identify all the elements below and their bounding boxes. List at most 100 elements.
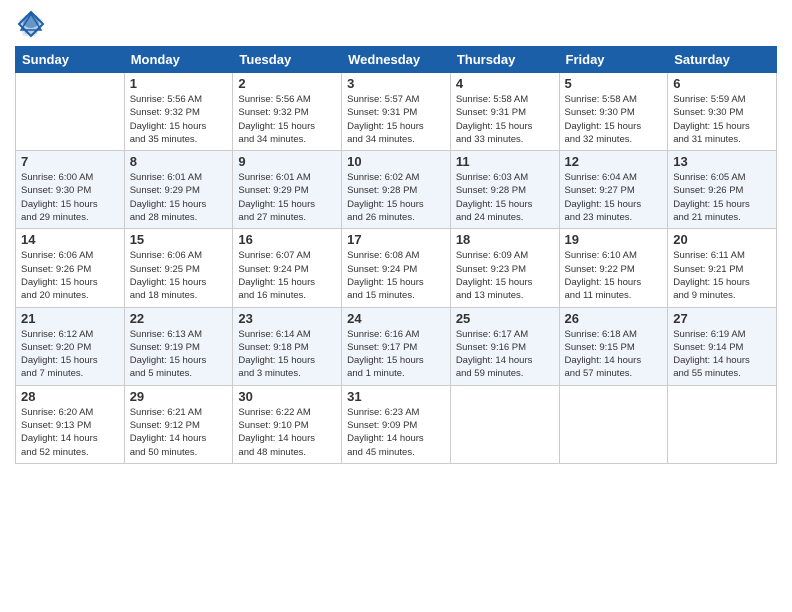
day-info: Sunrise: 6:12 AMSunset: 9:20 PMDaylight:… <box>21 328 119 381</box>
day-info: Sunrise: 5:57 AMSunset: 9:31 PMDaylight:… <box>347 93 445 146</box>
day-cell: 16 Sunrise: 6:07 AMSunset: 9:24 PMDayligh… <box>233 229 342 307</box>
weekday-header-monday: Monday <box>124 47 233 73</box>
day-number: 30 <box>238 389 336 404</box>
day-number: 5 <box>565 76 663 91</box>
day-info: Sunrise: 5:59 AMSunset: 9:30 PMDaylight:… <box>673 93 771 146</box>
day-info: Sunrise: 6:01 AMSunset: 9:29 PMDaylight:… <box>238 171 336 224</box>
day-number: 17 <box>347 232 445 247</box>
weekday-header-sunday: Sunday <box>16 47 125 73</box>
day-cell: 28 Sunrise: 6:20 AMSunset: 9:13 PMDayligh… <box>16 385 125 463</box>
day-info: Sunrise: 6:07 AMSunset: 9:24 PMDaylight:… <box>238 249 336 302</box>
day-info: Sunrise: 6:08 AMSunset: 9:24 PMDaylight:… <box>347 249 445 302</box>
day-cell: 27 Sunrise: 6:19 AMSunset: 9:14 PMDayligh… <box>668 307 777 385</box>
day-cell: 10Sunrise: 6:02 AMSunset: 9:28 PMDayligh… <box>342 151 451 229</box>
weekday-header-saturday: Saturday <box>668 47 777 73</box>
day-cell: 13 Sunrise: 6:05 AMSunset: 9:26 PMDayligh… <box>668 151 777 229</box>
day-info: Sunrise: 5:56 AMSunset: 9:32 PMDaylight:… <box>238 93 336 146</box>
weekday-header-wednesday: Wednesday <box>342 47 451 73</box>
day-number: 11 <box>456 154 554 169</box>
day-info: Sunrise: 6:02 AMSunset: 9:28 PMDaylight:… <box>347 171 445 224</box>
day-info: Sunrise: 5:58 AMSunset: 9:31 PMDaylight:… <box>456 93 554 146</box>
day-info: Sunrise: 6:20 AMSunset: 9:13 PMDaylight:… <box>21 406 119 459</box>
day-info: Sunrise: 6:14 AMSunset: 9:18 PMDaylight:… <box>238 328 336 381</box>
day-number: 21 <box>21 311 119 326</box>
week-row-5: 28 Sunrise: 6:20 AMSunset: 9:13 PMDayligh… <box>16 385 777 463</box>
day-number: 20 <box>673 232 771 247</box>
day-cell <box>668 385 777 463</box>
day-number: 25 <box>456 311 554 326</box>
day-info: Sunrise: 6:23 AMSunset: 9:09 PMDaylight:… <box>347 406 445 459</box>
day-cell <box>16 73 125 151</box>
day-number: 29 <box>130 389 228 404</box>
day-info: Sunrise: 6:13 AMSunset: 9:19 PMDaylight:… <box>130 328 228 381</box>
calendar: SundayMondayTuesdayWednesdayThursdayFrid… <box>15 46 777 464</box>
day-number: 28 <box>21 389 119 404</box>
day-cell: 11 Sunrise: 6:03 AMSunset: 9:28 PMDayligh… <box>450 151 559 229</box>
week-row-2: 7 Sunrise: 6:00 AMSunset: 9:30 PMDaylight… <box>16 151 777 229</box>
page: SundayMondayTuesdayWednesdayThursdayFrid… <box>0 0 792 612</box>
day-info: Sunrise: 5:58 AMSunset: 9:30 PMDaylight:… <box>565 93 663 146</box>
day-info: Sunrise: 6:16 AMSunset: 9:17 PMDaylight:… <box>347 328 445 381</box>
day-number: 31 <box>347 389 445 404</box>
day-cell: 19 Sunrise: 6:10 AMSunset: 9:22 PMDayligh… <box>559 229 668 307</box>
day-cell <box>450 385 559 463</box>
week-row-4: 21 Sunrise: 6:12 AMSunset: 9:20 PMDayligh… <box>16 307 777 385</box>
weekday-header-row: SundayMondayTuesdayWednesdayThursdayFrid… <box>16 47 777 73</box>
day-number: 1 <box>130 76 228 91</box>
weekday-header-thursday: Thursday <box>450 47 559 73</box>
day-number: 2 <box>238 76 336 91</box>
day-cell: 25 Sunrise: 6:17 AMSunset: 9:16 PMDayligh… <box>450 307 559 385</box>
day-cell: 7 Sunrise: 6:00 AMSunset: 9:30 PMDaylight… <box>16 151 125 229</box>
day-cell: 17 Sunrise: 6:08 AMSunset: 9:24 PMDayligh… <box>342 229 451 307</box>
day-number: 13 <box>673 154 771 169</box>
day-number: 16 <box>238 232 336 247</box>
day-cell: 5 Sunrise: 5:58 AMSunset: 9:30 PMDaylight… <box>559 73 668 151</box>
day-cell: 24 Sunrise: 6:16 AMSunset: 9:17 PMDayligh… <box>342 307 451 385</box>
day-cell: 6 Sunrise: 5:59 AMSunset: 9:30 PMDaylight… <box>668 73 777 151</box>
day-number: 3 <box>347 76 445 91</box>
day-info: Sunrise: 6:05 AMSunset: 9:26 PMDaylight:… <box>673 171 771 224</box>
logo-icon <box>17 10 45 38</box>
day-info: Sunrise: 6:03 AMSunset: 9:28 PMDaylight:… <box>456 171 554 224</box>
day-number: 27 <box>673 311 771 326</box>
week-row-3: 14Sunrise: 6:06 AMSunset: 9:26 PMDayligh… <box>16 229 777 307</box>
day-info: Sunrise: 6:18 AMSunset: 9:15 PMDaylight:… <box>565 328 663 381</box>
day-info: Sunrise: 6:04 AMSunset: 9:27 PMDaylight:… <box>565 171 663 224</box>
day-number: 24 <box>347 311 445 326</box>
week-row-1: 1 Sunrise: 5:56 AMSunset: 9:32 PMDaylight… <box>16 73 777 151</box>
day-cell: 22Sunrise: 6:13 AMSunset: 9:19 PMDayligh… <box>124 307 233 385</box>
day-number: 6 <box>673 76 771 91</box>
header <box>15 10 777 38</box>
day-cell: 26 Sunrise: 6:18 AMSunset: 9:15 PMDayligh… <box>559 307 668 385</box>
day-cell: 2 Sunrise: 5:56 AMSunset: 9:32 PMDaylight… <box>233 73 342 151</box>
day-info: Sunrise: 6:22 AMSunset: 9:10 PMDaylight:… <box>238 406 336 459</box>
day-info: Sunrise: 6:11 AMSunset: 9:21 PMDaylight:… <box>673 249 771 302</box>
day-info: Sunrise: 6:17 AMSunset: 9:16 PMDaylight:… <box>456 328 554 381</box>
day-number: 15 <box>130 232 228 247</box>
day-info: Sunrise: 6:19 AMSunset: 9:14 PMDaylight:… <box>673 328 771 381</box>
day-cell: 9 Sunrise: 6:01 AMSunset: 9:29 PMDaylight… <box>233 151 342 229</box>
day-number: 9 <box>238 154 336 169</box>
day-cell: 8 Sunrise: 6:01 AMSunset: 9:29 PMDaylight… <box>124 151 233 229</box>
day-number: 8 <box>130 154 228 169</box>
day-info: Sunrise: 6:21 AMSunset: 9:12 PMDaylight:… <box>130 406 228 459</box>
weekday-header-tuesday: Tuesday <box>233 47 342 73</box>
day-number: 7 <box>21 154 119 169</box>
day-number: 19 <box>565 232 663 247</box>
day-cell <box>559 385 668 463</box>
day-info: Sunrise: 6:09 AMSunset: 9:23 PMDaylight:… <box>456 249 554 302</box>
day-cell: 1Sunrise: 5:56 AMSunset: 9:32 PMDaylight… <box>124 73 233 151</box>
day-cell: 23Sunrise: 6:14 AMSunset: 9:18 PMDayligh… <box>233 307 342 385</box>
day-cell: 18 Sunrise: 6:09 AMSunset: 9:23 PMDayligh… <box>450 229 559 307</box>
day-cell: 3 Sunrise: 5:57 AMSunset: 9:31 PMDaylight… <box>342 73 451 151</box>
day-number: 12 <box>565 154 663 169</box>
day-cell: 30 Sunrise: 6:22 AMSunset: 9:10 PMDayligh… <box>233 385 342 463</box>
day-info: Sunrise: 6:01 AMSunset: 9:29 PMDaylight:… <box>130 171 228 224</box>
day-cell: 12 Sunrise: 6:04 AMSunset: 9:27 PMDayligh… <box>559 151 668 229</box>
day-number: 26 <box>565 311 663 326</box>
day-number: 18 <box>456 232 554 247</box>
day-info: Sunrise: 6:10 AMSunset: 9:22 PMDaylight:… <box>565 249 663 302</box>
day-info: Sunrise: 6:00 AMSunset: 9:30 PMDaylight:… <box>21 171 119 224</box>
day-info: Sunrise: 6:06 AMSunset: 9:25 PMDaylight:… <box>130 249 228 302</box>
day-info: Sunrise: 6:06 AMSunset: 9:26 PMDaylight:… <box>21 249 119 302</box>
